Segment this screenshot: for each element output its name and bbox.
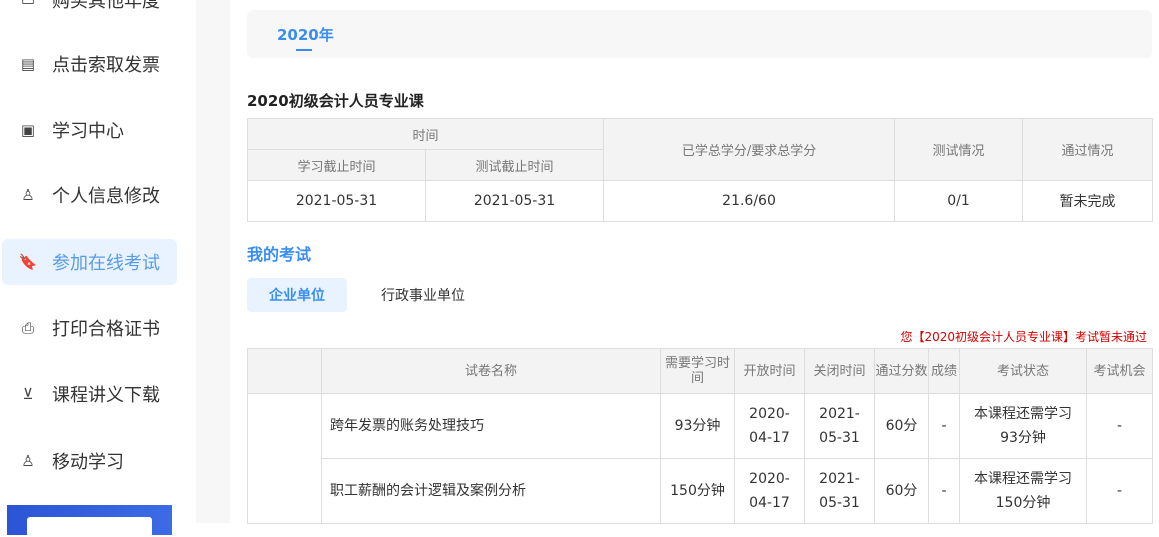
test-status: 0/1 [894, 180, 1024, 222]
header-study-deadline: 学习截止时间 [247, 149, 426, 181]
promo-banner[interactable] [7, 505, 172, 537]
header-status: 考试状态 [959, 348, 1087, 394]
header-close: 关闭时间 [804, 348, 875, 394]
score: - [928, 393, 960, 459]
study-time: 93分钟 [660, 393, 735, 459]
open-time: 2020- 04-17 [734, 393, 805, 459]
credits: 21.6/60 [603, 180, 896, 222]
group-cell [247, 393, 322, 524]
header-blank [247, 348, 322, 394]
tab-2020[interactable]: 2020年 [277, 24, 334, 45]
study-deadline: 2021-05-31 [247, 180, 426, 222]
user-icon: ♙ [21, 186, 35, 204]
divider [196, 0, 230, 523]
card-icon: ▭ [20, 0, 36, 9]
open-time: 2020- 04-17 [734, 458, 805, 524]
exam-chance: - [1086, 458, 1153, 524]
exam-table: 试卷名称 需要学习时间 开放时间 关闭时间 通过分数 成绩 考试状态 考试机会 … [247, 348, 1153, 524]
sidebar-item-buy-other-year[interactable]: ▭ 购买其他年度 [2, 0, 177, 23]
header-pass: 通过情况 [1022, 118, 1154, 181]
my-exam-title: 我的考试 [247, 245, 312, 264]
pass-status: 暂未完成 [1022, 180, 1154, 222]
sidebar-item-profile[interactable]: ♙ 个人信息修改 [2, 172, 177, 218]
active-tab-indicator [296, 49, 312, 51]
exam-status: 本课程还需学习 93分钟 [959, 393, 1087, 459]
download-icon: ⊻ [22, 385, 34, 403]
table-row: 职工薪酬的会计逻辑及案例分析 150分钟 2020- 04-17 2021- 05-… [248, 458, 1153, 524]
header-credits: 已学总学分/要求总学分 [603, 118, 896, 181]
course-title: 2020初级会计人员专业课 [247, 92, 424, 110]
sidebar-item-online-exam[interactable]: 🔖 参加在线考试 [2, 239, 177, 285]
exam-name: 职工薪酬的会计逻辑及案例分析 [321, 458, 661, 524]
printer-icon: ⎙ [21, 319, 34, 337]
exam-chance: - [1086, 393, 1153, 459]
bookmark-icon: 🔖 [18, 253, 38, 271]
header-test: 测试情况 [894, 118, 1024, 181]
close-time: 2021- 05-31 [804, 393, 875, 459]
sidebar-item-mobile[interactable]: ♙ 移动学习 [2, 438, 177, 484]
score: - [928, 458, 960, 524]
sidebar-item-study-center[interactable]: ▣ 学习中心 [2, 107, 177, 153]
header-test-deadline: 测试截止时间 [424, 149, 605, 181]
pass-score: 60分 [874, 458, 929, 524]
header-score: 成绩 [928, 348, 960, 394]
tab-enterprise[interactable]: 企业单位 [247, 278, 347, 312]
pass-score: 60分 [874, 393, 929, 459]
header-pass-score: 通过分数 [874, 348, 929, 394]
header-open: 开放时间 [734, 348, 805, 394]
monitor-icon: ▣ [20, 121, 36, 139]
sidebar-item-invoice[interactable]: ▤ 点击索取发票 [2, 41, 177, 87]
study-time: 150分钟 [660, 458, 735, 524]
test-deadline: 2021-05-31 [424, 180, 605, 222]
course-table: 时间 已学总学分/要求总学分 测试情况 通过情况 学习截止时间 测试截止时间 2021-… [246, 118, 1154, 222]
header-time: 时间 [246, 118, 605, 150]
header-name: 试卷名称 [321, 348, 661, 394]
sidebar-item-certificate[interactable]: ⎙ 打印合格证书 [2, 305, 177, 351]
exam-status: 本课程还需学习 150分钟 [959, 458, 1087, 524]
sidebar-item-download[interactable]: ⊻ 课程讲义下载 [2, 371, 177, 417]
header-chance: 考试机会 [1086, 348, 1153, 394]
invoice-icon: ▤ [20, 55, 36, 73]
year-tabs: 2020年 [247, 10, 1152, 58]
table-row: 2021-05-31 2021-05-31 21.6/60 0/1 暂未完成 [247, 180, 1154, 222]
exam-notice: 您【2020初级会计人员专业课】考试暂未通过 [900, 330, 1147, 344]
tab-public-institution[interactable]: 行政事业单位 [373, 278, 473, 312]
exam-name: 跨年发票的账务处理技巧 [321, 393, 661, 459]
user-icon: ♙ [21, 452, 35, 470]
sidebar: ▭ 购买其他年度 ▤ 点击索取发票 ▣ 学习中心 ♙ 个人信息修改 🔖 参加在线考试 ⎙ 打… [0, 0, 196, 537]
close-time: 2021- 05-31 [804, 458, 875, 524]
table-row: 跨年发票的账务处理技巧 93分钟 2020- 04-17 2021- 05-31 6… [247, 393, 1153, 524]
header-study: 需要学习时间 [660, 348, 735, 394]
